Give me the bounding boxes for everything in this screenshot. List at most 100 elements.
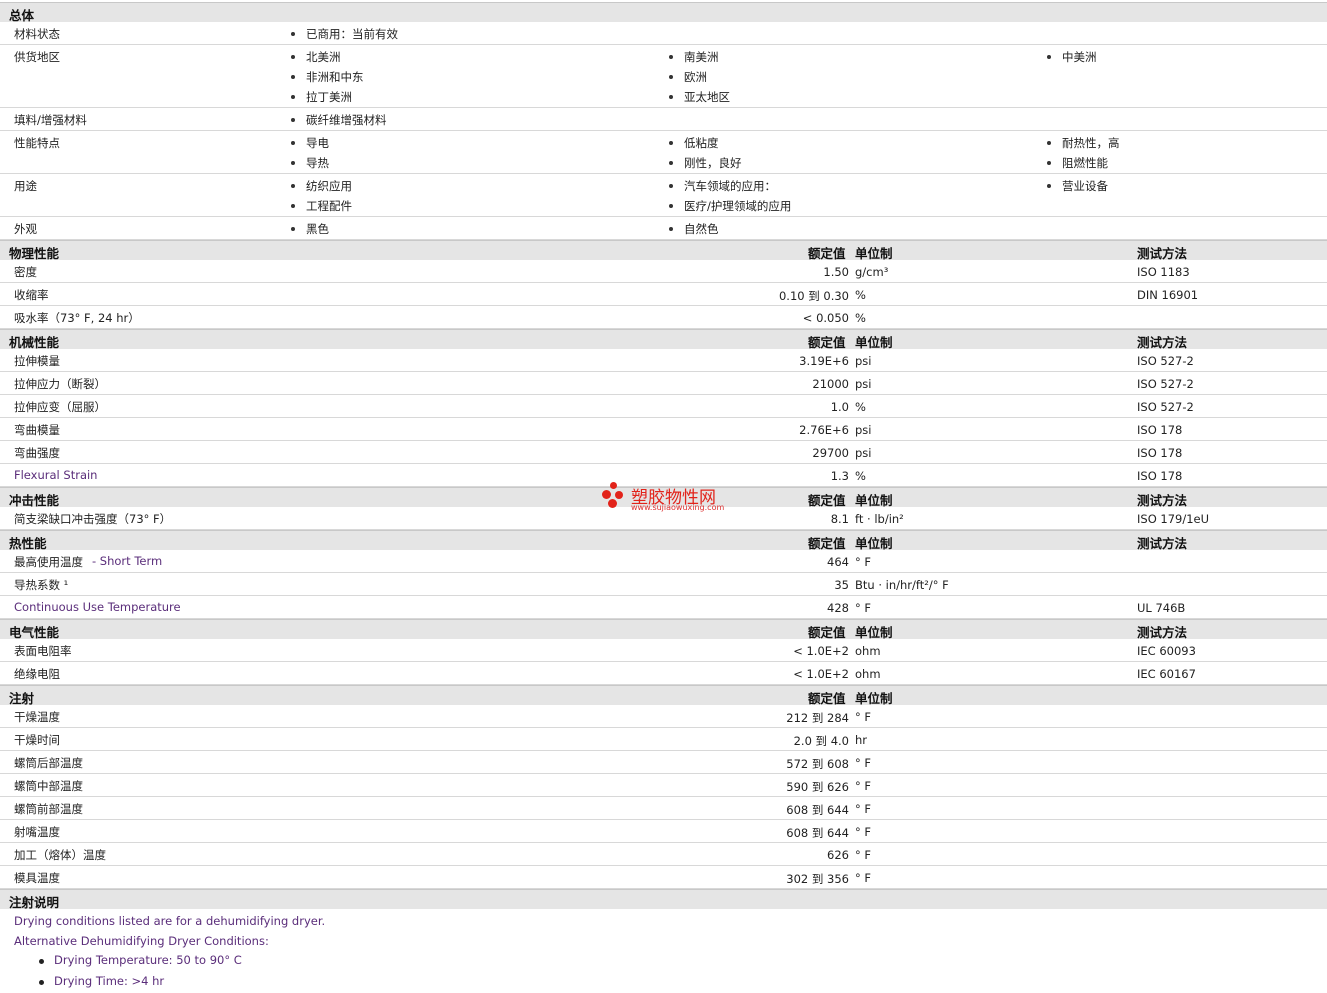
logo-dot-icon [608,499,617,508]
general-row: 填料/增强材料 碳纤维增强材料 [0,108,1327,131]
section-title: 注射说明 [9,895,60,910]
property-value: 1.50 [823,265,849,279]
property-test-method: ISO 1183 [1137,265,1190,279]
property-value: 35 [834,578,849,592]
section-header: 总体 [0,2,1327,23]
property-unit: hr [855,733,868,747]
row-label: 填料/增强材料 [14,113,87,127]
property-unit: psi [855,423,872,437]
property-value: 0.10 到 0.30 [778,289,849,303]
row-label: 性能特点 [14,136,60,150]
bullet-item: 已商用：当前有效 [290,26,398,42]
logo-dot-icon [615,491,623,499]
property-row: 螺筒中部温度 590 到 626 ° F [0,774,1327,797]
section-header: 物理性能 额定值 单位制 测试方法 [0,240,1327,261]
bullet-item: 工程配件 [290,198,352,214]
bullet-item: 亚太地区 [668,89,730,105]
property-label: 加工（熔体）温度 [14,848,106,862]
property-test-method: ISO 527-2 [1137,354,1194,368]
property-unit: % [855,311,866,325]
property-unit: ° F [855,779,872,793]
property-test-method: ISO 178 [1137,446,1183,460]
row-label: 外观 [14,222,37,236]
property-test-method: ISO 178 [1137,423,1183,437]
row-label: 用途 [14,179,37,193]
property-label: 吸水率（73° F, 24 hr） [14,311,140,325]
general-row: 性能特点 导电 导热 低粘度 刚性，良好 耐热性，高 阻燃性能 [0,131,1327,174]
bullet-item: 中美洲 [1046,49,1097,65]
property-unit: ohm [855,644,881,658]
property-row: Continuous Use Temperature 428 ° F UL 746B [0,596,1327,619]
property-label: 收缩率 [14,288,49,302]
property-label: 弯曲模量 [14,423,60,437]
section-header: 注射说明 [0,889,1327,910]
property-unit: psi [855,354,872,368]
property-value: 2.76E+6 [799,423,849,437]
property-unit: ohm [855,667,881,681]
property-row: 弯曲强度 29700 psi ISO 178 [0,441,1327,464]
property-value: 608 到 644 [786,803,849,817]
property-row: 拉伸应力（断裂） 21000 psi ISO 527-2 [0,372,1327,395]
property-row: 弯曲模量 2.76E+6 psi ISO 178 [0,418,1327,441]
logo-dot-icon [602,490,611,499]
property-value: 2.0 到 4.0 [793,734,849,748]
property-row: 最高使用温度 - Short Term 464 ° F [0,550,1327,573]
property-value: 3.19E+6 [799,354,849,368]
property-label: 射嘴温度 [14,825,60,839]
property-label: 拉伸应力（断裂） [14,377,106,391]
section-header: 电气性能 额定值 单位制 测试方法 [0,619,1327,640]
property-label: 密度 [14,265,37,279]
property-value: 626 [827,848,849,862]
property-unit: % [855,469,866,483]
property-value: 590 到 626 [786,780,849,794]
property-label-extra: - Short Term [92,554,163,568]
note-bullet: Drying Temperature: 50 to 90° C [39,953,242,967]
property-value: 1.3 [830,469,849,483]
property-label: 表面电阻率 [14,644,72,658]
property-value: 21000 [812,377,849,391]
bullet-item: 导热 [290,155,329,171]
bullet-item: 南美洲 [668,49,719,65]
property-row: 射嘴温度 608 到 644 ° F [0,820,1327,843]
property-label: Continuous Use Temperature [14,600,181,614]
property-label: 干燥温度 [14,710,60,724]
property-test-method: UL 746B [1137,601,1186,615]
bullet-item: 导电 [290,135,329,151]
property-label: Flexural Strain [14,468,98,482]
property-label: 最高使用温度 [14,555,83,569]
property-row: 模具温度 302 到 356 ° F [0,866,1327,889]
bullet-item: 拉丁美洲 [290,89,352,105]
property-row: 收缩率 0.10 到 0.30% DIN 16901 [0,283,1327,306]
property-test-method: IEC 60093 [1137,644,1196,658]
property-unit: ° F [855,871,872,885]
property-unit: ° F [855,848,872,862]
row-label: 供货地区 [14,50,60,64]
property-row: 螺筒前部温度 608 到 644 ° F [0,797,1327,820]
property-row: 拉伸应变（屈服） 1.0% ISO 527-2 [0,395,1327,418]
property-label: 干燥时间 [14,733,60,747]
property-unit: Btu · in/hr/ft²/° F [855,578,949,592]
property-value: 464 [827,555,849,569]
property-unit: ° F [855,825,872,839]
property-row: 螺筒后部温度 572 到 608 ° F [0,751,1327,774]
property-value: 608 到 644 [786,826,849,840]
property-value: 212 到 284 [786,711,849,725]
property-row: 吸水率（73° F, 24 hr） < 0.050% [0,306,1327,329]
property-unit: ° F [855,601,872,615]
property-label: 螺筒后部温度 [14,756,83,770]
property-unit: ° F [855,802,872,816]
note-line: Drying conditions listed are for a dehum… [14,914,326,928]
property-unit: psi [855,377,872,391]
general-row: 用途 纺织应用 工程配件 汽车领域的应用： 医疗/护理领域的应用 营业设备 [0,174,1327,217]
property-test-method: IEC 60167 [1137,667,1196,681]
general-row: 材料状态 已商用：当前有效 [0,22,1327,45]
property-value: 572 到 608 [786,757,849,771]
property-value: 428 [827,601,849,615]
bullet-item: 营业设备 [1046,178,1108,194]
bullet-item: 阻燃性能 [1046,155,1108,171]
property-value: < 1.0E+2 [793,644,849,658]
row-label: 材料状态 [14,27,60,41]
bullet-item: 耐热性，高 [1046,135,1120,151]
bullet-item: 碳纤维增强材料 [290,112,387,128]
property-test-method: ISO 178 [1137,469,1183,483]
